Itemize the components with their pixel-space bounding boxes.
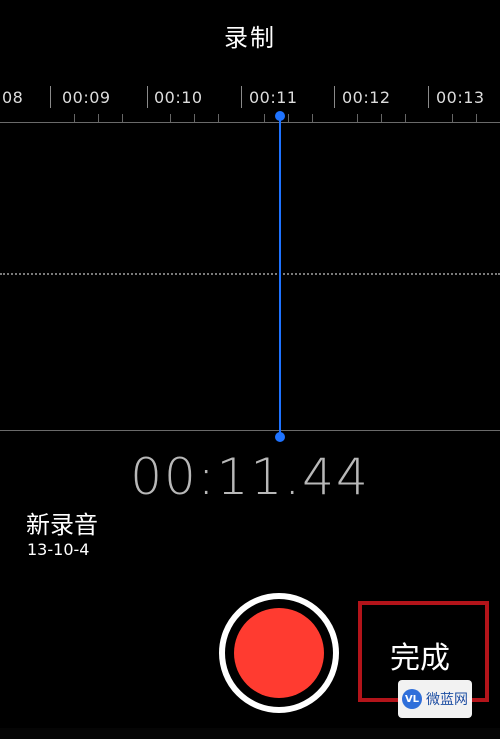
page-title: 录制 (224, 24, 276, 52)
minor-tick (98, 114, 99, 122)
waveform-baseline (0, 273, 500, 275)
minor-tick (170, 114, 171, 122)
major-tick (334, 86, 335, 108)
watermark-text: 微蓝网 (426, 692, 468, 708)
waveform-bottom-divider (0, 430, 500, 431)
tick-label: 00:12 (342, 88, 391, 107)
minor-tick (476, 114, 477, 122)
done-button[interactable]: 完成 (390, 633, 450, 677)
minor-tick (357, 114, 358, 122)
waveform-area (0, 122, 500, 430)
record-button[interactable] (219, 593, 339, 713)
playhead-bottom-dot[interactable] (275, 432, 285, 442)
minor-tick (74, 114, 75, 122)
playhead-top-dot[interactable] (275, 111, 285, 121)
watermark-logo-icon: VL (402, 689, 422, 709)
minor-tick (194, 114, 195, 122)
watermark: VL 微蓝网 (398, 680, 472, 718)
minor-tick (312, 114, 313, 122)
tick-label: 00:11 (249, 88, 298, 107)
major-tick (241, 86, 242, 108)
tick-label: 00:09 (62, 88, 111, 107)
minor-tick (288, 114, 289, 122)
recording-name: 新录音 (26, 511, 98, 539)
minor-tick (218, 114, 219, 122)
screen-bottom-edge (0, 728, 500, 739)
minor-tick (122, 114, 123, 122)
recording-date: 13-10-4 (27, 540, 90, 559)
tick-label: 00:13 (436, 88, 485, 107)
tick-label: 08 (2, 88, 24, 107)
minor-tick (381, 114, 382, 122)
major-tick (147, 86, 148, 108)
major-tick (50, 86, 51, 108)
time-ruler: 08 00:09 00:10 00:11 00:12 00:13 (0, 78, 500, 123)
major-tick (428, 86, 429, 108)
minor-tick (405, 114, 406, 122)
minor-tick (452, 114, 453, 122)
minor-tick (264, 114, 265, 122)
tick-label: 00:10 (154, 88, 203, 107)
elapsed-time: 00:11.44 (130, 448, 370, 506)
record-icon (234, 608, 324, 698)
playhead-line[interactable] (279, 114, 281, 438)
